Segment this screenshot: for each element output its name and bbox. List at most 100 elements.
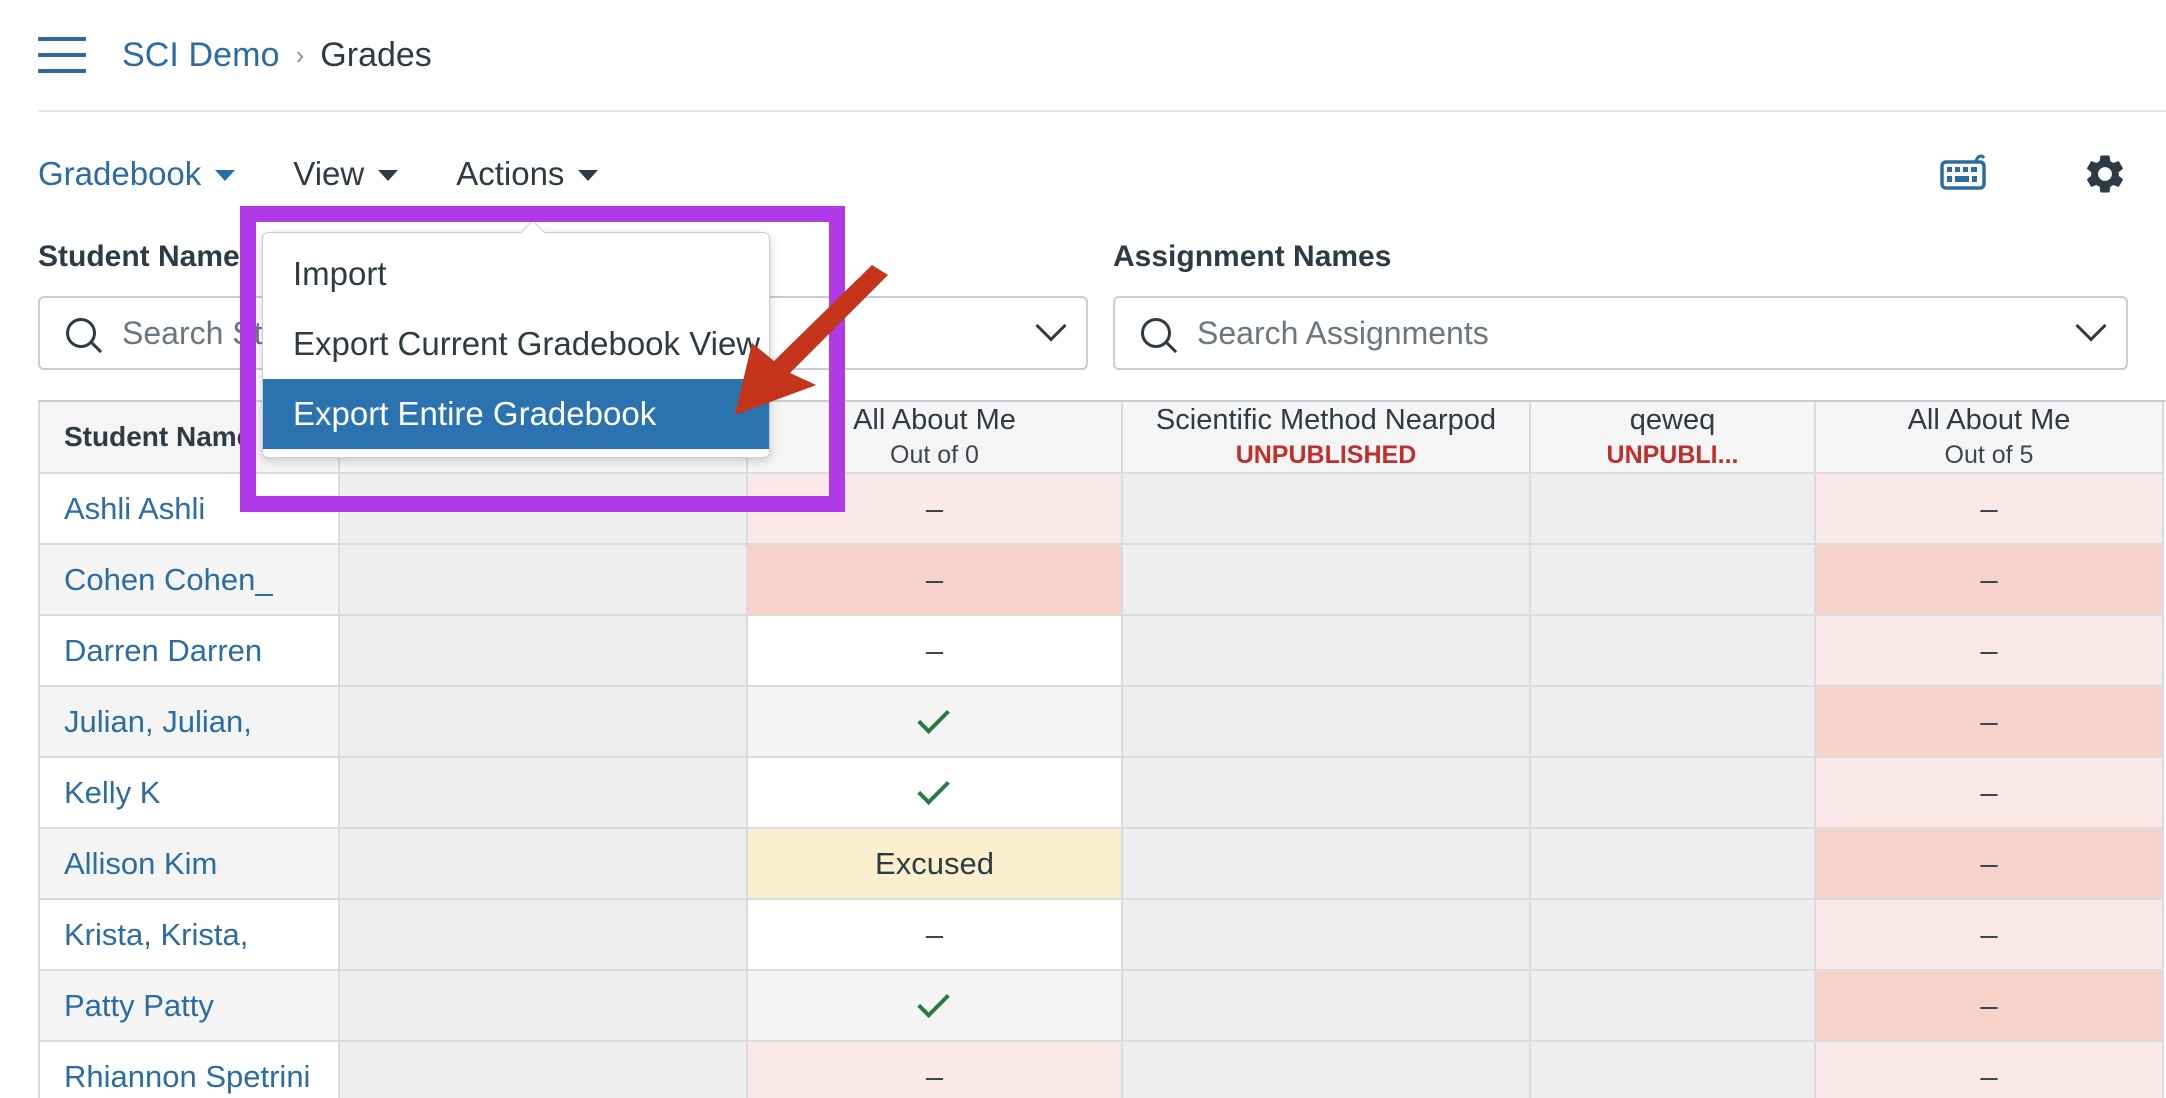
- search-icon: [66, 318, 96, 348]
- grade-cell-e[interactable]: [1531, 829, 1816, 900]
- grade-cell-c[interactable]: –: [748, 1042, 1123, 1098]
- chevron-down-icon: [215, 170, 236, 181]
- menu-item-export-entire-gradebook[interactable]: Export Entire Gradebook: [263, 379, 769, 449]
- student-name-link[interactable]: Kelly K: [64, 775, 160, 811]
- grade-value: –: [925, 632, 944, 668]
- grade-cell-b[interactable]: [340, 758, 748, 829]
- grade-cell-b[interactable]: [340, 829, 748, 900]
- column-header-c[interactable]: All About Me Out of 0: [748, 402, 1123, 474]
- gear-icon[interactable]: [2082, 151, 2128, 197]
- grade-cell-b[interactable]: [340, 900, 748, 971]
- student-name-link[interactable]: Cohen Cohen_: [64, 562, 273, 598]
- table-row: Darren Darren – –: [38, 616, 2166, 687]
- student-name-link[interactable]: Krista, Krista,: [64, 917, 248, 953]
- grade-cell-c[interactable]: –: [748, 474, 1123, 545]
- grade-value: Excused: [875, 845, 994, 881]
- grade-value: –: [1980, 490, 1998, 526]
- student-name-cell[interactable]: Krista, Krista,: [38, 900, 340, 971]
- hamburger-icon[interactable]: [38, 37, 86, 73]
- grade-cell-f[interactable]: –: [1816, 616, 2164, 687]
- column-header-title: Student Name: [64, 420, 253, 452]
- column-header-f[interactable]: All About Me Out of 5: [1816, 402, 2164, 474]
- grade-cell-e[interactable]: [1531, 545, 1816, 616]
- grade-cell-f[interactable]: –: [1816, 829, 2164, 900]
- breadcrumb-course-link[interactable]: SCI Demo: [122, 36, 280, 75]
- table-row: Julian, Julian, –: [38, 687, 2166, 758]
- column-header-e[interactable]: qeweq UNPUBLI...: [1531, 402, 1816, 474]
- grade-cell-b[interactable]: [340, 545, 748, 616]
- grade-cell-d[interactable]: [1123, 758, 1531, 829]
- grade-cell-d[interactable]: [1123, 971, 1531, 1042]
- student-name-cell[interactable]: Darren Darren: [38, 616, 340, 687]
- student-name-cell[interactable]: Patty Patty: [38, 971, 340, 1042]
- keyboard-shortcuts-icon[interactable]: [1940, 154, 1994, 194]
- student-name-cell[interactable]: Ashli Ashli: [38, 474, 340, 545]
- column-header-title: Scientific Method Nearpod: [1155, 404, 1497, 437]
- grade-cell-d[interactable]: [1123, 1042, 1531, 1098]
- assignment-search-box[interactable]: Search Assignments: [1113, 296, 2128, 370]
- grade-cell-c[interactable]: –: [748, 616, 1123, 687]
- grade-value: –: [925, 561, 944, 597]
- menu-actions[interactable]: Actions: [456, 155, 599, 193]
- student-name-link[interactable]: Julian, Julian,: [64, 704, 252, 740]
- grade-cell-f[interactable]: –: [1816, 545, 2164, 616]
- grade-cell-e[interactable]: [1531, 687, 1816, 758]
- grade-cell-f[interactable]: –: [1816, 687, 2164, 758]
- grade-cell-d[interactable]: [1123, 616, 1531, 687]
- grade-cell-b[interactable]: [340, 971, 748, 1042]
- grade-cell-e[interactable]: [1531, 971, 1816, 1042]
- grade-cell-d[interactable]: [1123, 687, 1531, 758]
- grade-cell-e[interactable]: [1531, 474, 1816, 545]
- student-name-link[interactable]: Rhiannon Spetrini: [64, 1059, 310, 1095]
- assignment-names-label: Assignment Names: [1113, 240, 1392, 273]
- grade-cell-b[interactable]: [340, 474, 748, 545]
- breadcrumb-bar: SCI Demo › Grades: [0, 0, 2166, 110]
- menu-item-import[interactable]: Import: [263, 239, 769, 309]
- grade-cell-c[interactable]: –: [748, 545, 1123, 616]
- grade-cell-f[interactable]: –: [1816, 900, 2164, 971]
- grade-cell-f[interactable]: –: [1816, 474, 2164, 545]
- student-name-link[interactable]: Darren Darren: [64, 633, 262, 669]
- grade-value: –: [1980, 1058, 1998, 1094]
- menu-gradebook[interactable]: Gradebook: [38, 155, 236, 193]
- dropdown-pointer: [521, 220, 545, 233]
- student-name-cell[interactable]: Allison Kim: [38, 829, 340, 900]
- chevron-down-icon[interactable]: [1035, 310, 1067, 342]
- grade-cell-e[interactable]: [1531, 1042, 1816, 1098]
- grade-cell-b[interactable]: [340, 616, 748, 687]
- menu-actions-label: Actions: [456, 155, 565, 192]
- grade-cell-c[interactable]: [748, 758, 1123, 829]
- menu-item-export-current-gradebook-view[interactable]: Export Current Gradebook View: [263, 309, 769, 379]
- student-name-link[interactable]: Allison Kim: [64, 846, 217, 882]
- grade-cell-e[interactable]: [1531, 900, 1816, 971]
- grade-cell-d[interactable]: [1123, 829, 1531, 900]
- grade-cell-f[interactable]: –: [1816, 1042, 2164, 1098]
- student-name-cell[interactable]: Julian, Julian,: [38, 687, 340, 758]
- grade-cell-e[interactable]: [1531, 616, 1816, 687]
- grade-cell-e[interactable]: [1531, 758, 1816, 829]
- grade-cell-c[interactable]: [748, 971, 1123, 1042]
- column-header-d[interactable]: Scientific Method Nearpod UNPUBLISHED: [1123, 402, 1531, 474]
- student-names-label: Student Names: [38, 240, 257, 273]
- student-name-link[interactable]: Patty Patty: [64, 988, 214, 1024]
- grade-cell-c[interactable]: Excused: [748, 829, 1123, 900]
- grade-cell-d[interactable]: [1123, 474, 1531, 545]
- menu-view[interactable]: View: [293, 155, 399, 193]
- grade-cell-c[interactable]: [748, 687, 1123, 758]
- student-name-link[interactable]: Ashli Ashli: [64, 491, 205, 527]
- grade-cell-d[interactable]: [1123, 900, 1531, 971]
- chevron-down-icon[interactable]: [2075, 310, 2107, 342]
- grade-cell-d[interactable]: [1123, 545, 1531, 616]
- student-name-cell[interactable]: Kelly K: [38, 758, 340, 829]
- grade-cell-f[interactable]: –: [1816, 971, 2164, 1042]
- student-name-cell[interactable]: Rhiannon Spetrini: [38, 1042, 340, 1098]
- grade-value: –: [1980, 703, 1998, 739]
- menu-gradebook-label: Gradebook: [38, 155, 202, 192]
- student-name-cell[interactable]: Cohen Cohen_: [38, 545, 340, 616]
- grade-cell-b[interactable]: [340, 1042, 748, 1098]
- grade-value: –: [925, 490, 944, 526]
- grade-cell-f[interactable]: –: [1816, 758, 2164, 829]
- grade-cell-b[interactable]: [340, 687, 748, 758]
- grade-cell-c[interactable]: –: [748, 900, 1123, 971]
- assignment-search-input[interactable]: Search Assignments: [1197, 315, 2080, 352]
